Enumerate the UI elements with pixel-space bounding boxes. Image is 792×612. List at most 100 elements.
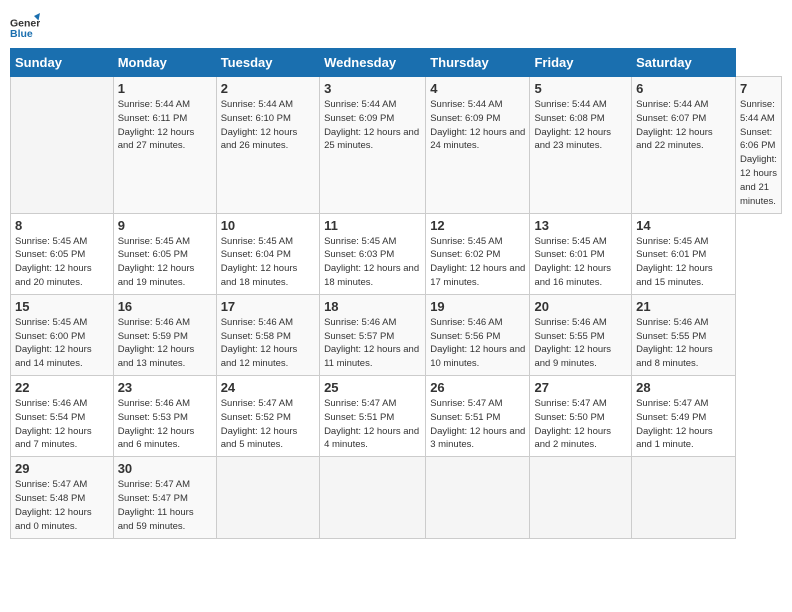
day-info: Sunrise: 5:46 AMSunset: 5:57 PMDaylight:… (324, 317, 419, 369)
table-row: 24 Sunrise: 5:47 AMSunset: 5:52 PMDayligh… (216, 376, 319, 457)
table-row: 25 Sunrise: 5:47 AMSunset: 5:51 PMDayligh… (320, 376, 426, 457)
day-number: 22 (15, 380, 109, 395)
table-row (632, 457, 736, 538)
table-row: 4 Sunrise: 5:44 AMSunset: 6:09 PMDaylight… (426, 77, 530, 214)
table-row (530, 457, 632, 538)
day-info: Sunrise: 5:44 AMSunset: 6:06 PMDaylight:… (740, 99, 777, 207)
day-info: Sunrise: 5:45 AMSunset: 6:05 PMDaylight:… (118, 236, 195, 288)
table-row: 12 Sunrise: 5:45 AMSunset: 6:02 PMDayligh… (426, 213, 530, 294)
table-row: 29 Sunrise: 5:47 AMSunset: 5:48 PMDayligh… (11, 457, 114, 538)
day-number: 14 (636, 218, 731, 233)
table-row: 30 Sunrise: 5:47 AMSunset: 5:47 PMDayligh… (113, 457, 216, 538)
day-number: 18 (324, 299, 421, 314)
table-row: 22 Sunrise: 5:46 AMSunset: 5:54 PMDayligh… (11, 376, 114, 457)
day-info: Sunrise: 5:45 AMSunset: 6:01 PMDaylight:… (534, 236, 611, 288)
logo-icon: General Blue (10, 10, 40, 40)
day-number: 17 (221, 299, 315, 314)
table-row (426, 457, 530, 538)
day-info: Sunrise: 5:46 AMSunset: 5:55 PMDaylight:… (636, 317, 713, 369)
day-number: 4 (430, 81, 525, 96)
day-info: Sunrise: 5:46 AMSunset: 5:56 PMDaylight:… (430, 317, 525, 369)
day-number: 8 (15, 218, 109, 233)
day-info: Sunrise: 5:45 AMSunset: 6:03 PMDaylight:… (324, 236, 419, 288)
table-row: 20 Sunrise: 5:46 AMSunset: 5:55 PMDayligh… (530, 294, 632, 375)
table-row: 7 Sunrise: 5:44 AMSunset: 6:06 PMDaylight… (735, 77, 781, 214)
day-number: 2 (221, 81, 315, 96)
day-number: 13 (534, 218, 627, 233)
table-row: 23 Sunrise: 5:46 AMSunset: 5:53 PMDayligh… (113, 376, 216, 457)
day-number: 15 (15, 299, 109, 314)
day-number: 28 (636, 380, 731, 395)
day-info: Sunrise: 5:45 AMSunset: 6:05 PMDaylight:… (15, 236, 92, 288)
page-header: General Blue (10, 10, 782, 40)
weekday-header-thursday: Thursday (426, 49, 530, 77)
day-number: 6 (636, 81, 731, 96)
day-number: 19 (430, 299, 525, 314)
day-info: Sunrise: 5:47 AMSunset: 5:48 PMDaylight:… (15, 479, 92, 531)
day-number: 27 (534, 380, 627, 395)
day-info: Sunrise: 5:46 AMSunset: 5:54 PMDaylight:… (15, 398, 92, 450)
weekday-header-tuesday: Tuesday (216, 49, 319, 77)
table-row: 5Sunrise: 5:44 AMSunset: 6:08 PMDaylight… (530, 77, 632, 214)
table-row: 14Sunrise: 5:45 AMSunset: 6:01 PMDayligh… (632, 213, 736, 294)
day-info: Sunrise: 5:46 AMSunset: 5:53 PMDaylight:… (118, 398, 195, 450)
day-info: Sunrise: 5:46 AMSunset: 5:58 PMDaylight:… (221, 317, 298, 369)
table-row (320, 457, 426, 538)
day-number: 23 (118, 380, 212, 395)
day-info: Sunrise: 5:45 AMSunset: 6:04 PMDaylight:… (221, 236, 298, 288)
day-info: Sunrise: 5:44 AMSunset: 6:09 PMDaylight:… (430, 99, 525, 151)
table-row: 18 Sunrise: 5:46 AMSunset: 5:57 PMDayligh… (320, 294, 426, 375)
day-number: 12 (430, 218, 525, 233)
table-row: 27Sunrise: 5:47 AMSunset: 5:50 PMDayligh… (530, 376, 632, 457)
day-number: 10 (221, 218, 315, 233)
table-row: 1 Sunrise: 5:44 AMSunset: 6:11 PMDaylight… (113, 77, 216, 214)
day-number: 3 (324, 81, 421, 96)
table-row: 2Sunrise: 5:44 AMSunset: 6:10 PMDaylight… (216, 77, 319, 214)
day-number: 1 (118, 81, 212, 96)
calendar-table: SundayMondayTuesdayWednesdayThursdayFrid… (10, 48, 782, 539)
day-number: 26 (430, 380, 525, 395)
weekday-header-saturday: Saturday (632, 49, 736, 77)
table-row: 8 Sunrise: 5:45 AMSunset: 6:05 PMDaylight… (11, 213, 114, 294)
table-row: 13 Sunrise: 5:45 AMSunset: 6:01 PMDayligh… (530, 213, 632, 294)
table-row: 16Sunrise: 5:46 AMSunset: 5:59 PMDayligh… (113, 294, 216, 375)
table-row: 11 Sunrise: 5:45 AMSunset: 6:03 PMDayligh… (320, 213, 426, 294)
day-info: Sunrise: 5:45 AMSunset: 6:00 PMDaylight:… (15, 317, 92, 369)
day-info: Sunrise: 5:45 AMSunset: 6:02 PMDaylight:… (430, 236, 525, 288)
day-info: Sunrise: 5:47 AMSunset: 5:51 PMDaylight:… (324, 398, 419, 450)
day-info: Sunrise: 5:44 AMSunset: 6:09 PMDaylight:… (324, 99, 419, 151)
table-row: 28 Sunrise: 5:47 AMSunset: 5:49 PMDayligh… (632, 376, 736, 457)
day-number: 21 (636, 299, 731, 314)
day-info: Sunrise: 5:46 AMSunset: 5:55 PMDaylight:… (534, 317, 611, 369)
table-row: 17 Sunrise: 5:46 AMSunset: 5:58 PMDayligh… (216, 294, 319, 375)
table-row: 9 Sunrise: 5:45 AMSunset: 6:05 PMDaylight… (113, 213, 216, 294)
day-number: 9 (118, 218, 212, 233)
weekday-header-wednesday: Wednesday (320, 49, 426, 77)
day-number: 29 (15, 461, 109, 476)
svg-text:Blue: Blue (10, 28, 33, 40)
day-number: 24 (221, 380, 315, 395)
day-info: Sunrise: 5:47 AMSunset: 5:47 PMDaylight:… (118, 479, 194, 531)
day-number: 20 (534, 299, 627, 314)
table-row: 6 Sunrise: 5:44 AMSunset: 6:07 PMDaylight… (632, 77, 736, 214)
day-info: Sunrise: 5:44 AMSunset: 6:11 PMDaylight:… (118, 99, 195, 151)
day-info: Sunrise: 5:47 AMSunset: 5:52 PMDaylight:… (221, 398, 298, 450)
table-row: 19 Sunrise: 5:46 AMSunset: 5:56 PMDayligh… (426, 294, 530, 375)
day-number: 16 (118, 299, 212, 314)
day-number: 11 (324, 218, 421, 233)
table-row: 26 Sunrise: 5:47 AMSunset: 5:51 PMDayligh… (426, 376, 530, 457)
day-number: 30 (118, 461, 212, 476)
day-info: Sunrise: 5:44 AMSunset: 6:07 PMDaylight:… (636, 99, 713, 151)
day-number: 7 (740, 81, 777, 96)
day-number: 25 (324, 380, 421, 395)
day-info: Sunrise: 5:47 AMSunset: 5:49 PMDaylight:… (636, 398, 713, 450)
empty-cell (11, 77, 114, 214)
table-row (216, 457, 319, 538)
table-row: 10 Sunrise: 5:45 AMSunset: 6:04 PMDayligh… (216, 213, 319, 294)
weekday-header-sunday: Sunday (11, 49, 114, 77)
table-row: 21 Sunrise: 5:46 AMSunset: 5:55 PMDayligh… (632, 294, 736, 375)
day-info: Sunrise: 5:47 AMSunset: 5:51 PMDaylight:… (430, 398, 525, 450)
day-number: 5 (534, 81, 627, 96)
weekday-header-monday: Monday (113, 49, 216, 77)
table-row: 3 Sunrise: 5:44 AMSunset: 6:09 PMDaylight… (320, 77, 426, 214)
